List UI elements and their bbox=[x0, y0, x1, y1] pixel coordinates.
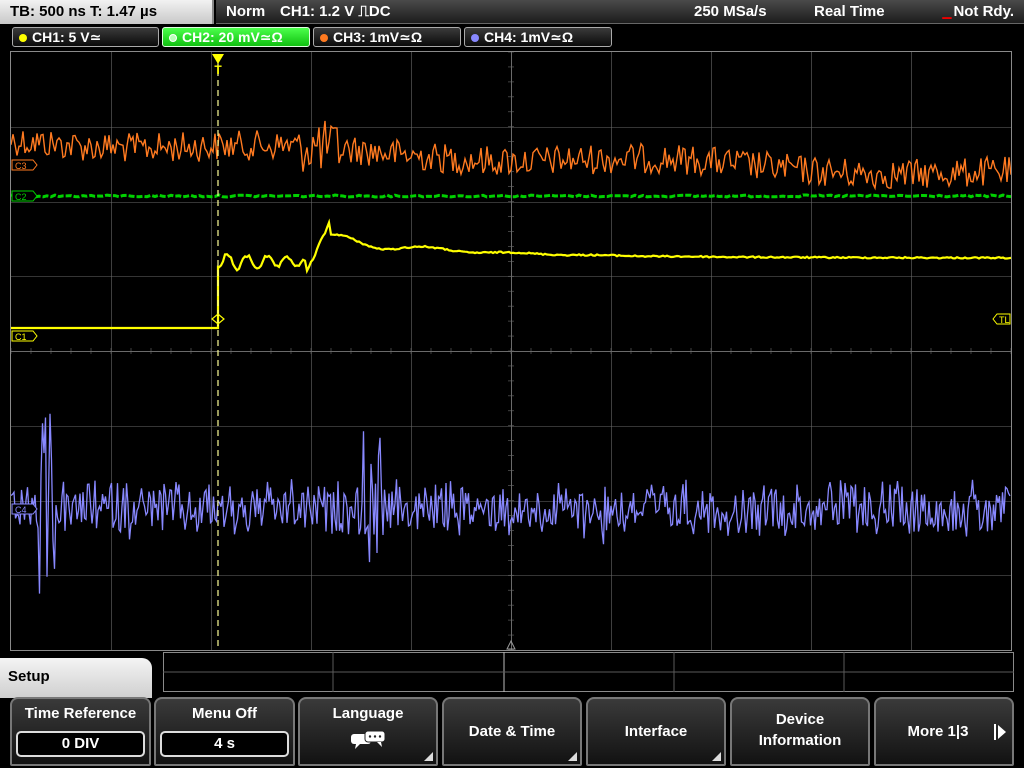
time-reference-label: Time Reference bbox=[24, 705, 137, 722]
language-label: Language bbox=[332, 705, 404, 722]
acquisition-status-strip: Norm CH1: 1.2 V ⎍DC 250 MSa/s Real Time … bbox=[216, 0, 1024, 24]
ch1-label: CH1: 5 V≃ bbox=[32, 29, 102, 45]
graticule bbox=[11, 52, 1011, 650]
trigger-mode[interactable]: Norm bbox=[226, 0, 265, 24]
c1-marker-label: C1 bbox=[15, 332, 27, 342]
trigger-state-label: Not Rdy. bbox=[953, 3, 1014, 20]
status-bar: TB: 500 ns T: 1.47 µs Norm CH1: 1.2 V ⎍D… bbox=[0, 0, 1024, 26]
device-information-label-2: Information bbox=[758, 732, 842, 749]
tab-ch2[interactable]: CH2: 20 mV≃Ω bbox=[162, 27, 310, 47]
trigger-state-dot-icon: ▁ bbox=[942, 5, 952, 19]
waveform-canvas[interactable]: T C3 C2 C1 C4 TL bbox=[11, 52, 1011, 650]
tab-ch1[interactable]: CH1: 5 V≃ bbox=[12, 27, 159, 47]
c2-marker[interactable]: C2 bbox=[11, 190, 38, 202]
right-arrow-icon bbox=[998, 725, 1006, 739]
interface-softkey[interactable]: Interface bbox=[586, 697, 726, 766]
trigger-settings[interactable]: CH1: 1.2 V ⎍DC bbox=[280, 0, 391, 24]
more-label: More 1|3 bbox=[907, 722, 969, 740]
ch4-dot-icon bbox=[471, 34, 479, 42]
trigger-state: ▁ Not Rdy. bbox=[942, 0, 1014, 24]
waveform-display[interactable]: T C3 C2 C1 C4 TL bbox=[10, 51, 1012, 651]
speech-bubbles-icon bbox=[351, 730, 386, 749]
sample-rate: 250 MSa/s bbox=[694, 3, 767, 20]
ch3-label: CH3: 1mV≃Ω bbox=[333, 29, 423, 45]
zoom-overview-strip bbox=[163, 652, 1014, 692]
submenu-corner-icon bbox=[568, 752, 577, 761]
time-reference-softkey[interactable]: Time Reference 0 DIV bbox=[10, 697, 151, 766]
c1-marker[interactable]: C1 bbox=[11, 330, 38, 342]
c3-marker-label: C3 bbox=[15, 161, 27, 171]
timebase-readout[interactable]: TB: 500 ns T: 1.47 µs bbox=[0, 0, 214, 24]
ch2-label: CH2: 20 mV≃Ω bbox=[182, 29, 283, 45]
submenu-corner-icon bbox=[424, 752, 433, 761]
more-bar-icon bbox=[994, 724, 996, 740]
trigger-level-label: TL bbox=[999, 315, 1010, 325]
menu-off-label: Menu Off bbox=[192, 705, 257, 722]
trigger-position-marker[interactable]: T bbox=[212, 54, 224, 77]
date-time-softkey[interactable]: Date & Time bbox=[442, 697, 582, 766]
acquisition-mode: Real Time bbox=[814, 3, 885, 20]
ch2-dot-icon bbox=[169, 34, 177, 42]
tab-ch3[interactable]: CH3: 1mV≃Ω bbox=[313, 27, 461, 47]
tab-ch4[interactable]: CH4: 1mV≃Ω bbox=[464, 27, 612, 47]
c2-marker-label: C2 bbox=[15, 192, 27, 202]
time-reference-value: 0 DIV bbox=[16, 731, 145, 757]
date-time-label: Date & Time bbox=[468, 722, 556, 740]
menu-title: Setup bbox=[0, 658, 152, 698]
ch1-dot-icon bbox=[19, 34, 27, 42]
trigger-level-marker[interactable]: TL bbox=[992, 313, 1011, 325]
menu-off-value: 4 s bbox=[160, 731, 289, 757]
language-softkey[interactable]: Language bbox=[298, 697, 438, 766]
ch3-dot-icon bbox=[320, 34, 328, 42]
more-softkey[interactable]: More 1|3 bbox=[874, 697, 1014, 766]
ch4-label: CH4: 1mV≃Ω bbox=[484, 29, 574, 45]
c3-marker[interactable]: C3 bbox=[11, 159, 38, 171]
menu-off-softkey[interactable]: Menu Off 4 s bbox=[154, 697, 295, 766]
c4-marker-label: C4 bbox=[15, 505, 27, 515]
device-information-label-1: Device bbox=[775, 711, 825, 728]
submenu-corner-icon bbox=[712, 752, 721, 761]
trigger-position-label: T bbox=[214, 63, 222, 77]
device-information-softkey[interactable]: Device Information bbox=[730, 697, 870, 766]
interface-label: Interface bbox=[624, 722, 688, 740]
c4-marker[interactable]: C4 bbox=[11, 503, 38, 515]
